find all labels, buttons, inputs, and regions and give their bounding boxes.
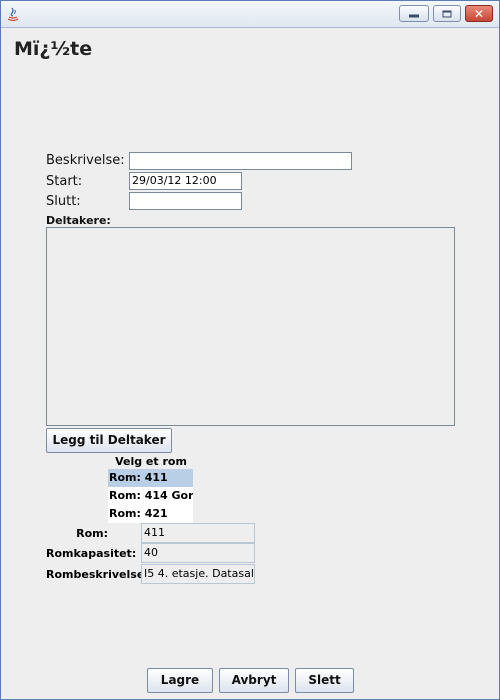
minimize-button[interactable] [399, 5, 429, 22]
room-list-item[interactable]: Rom: 421 [108, 505, 193, 523]
rombeskrivelse-value-field: I5 4. etasje. Datasal [141, 564, 255, 584]
page-title: Mï¿½te [14, 38, 93, 60]
add-participant-button[interactable]: Legg til Deltaker [46, 428, 172, 453]
room-list-item[interactable]: Rom: 414 Gorg [108, 487, 193, 505]
java-app-icon [7, 7, 19, 22]
cancel-button[interactable]: Avbryt [219, 668, 289, 693]
app-window: ✕ Mï¿½te Beskrivelse: Start: 29/03/12 12… [0, 0, 500, 700]
maximize-icon [442, 10, 452, 17]
participants-list[interactable] [46, 227, 455, 426]
maximize-button[interactable] [433, 5, 461, 22]
room-list-item[interactable]: Rom: 411 [108, 469, 193, 487]
delete-button[interactable]: Slett [295, 668, 354, 693]
deltakere-label: Deltakere: [46, 214, 111, 227]
room-list-title: Velg et rom [115, 455, 187, 468]
minimize-icon [409, 14, 419, 17]
beskrivelse-label: Beskrivelse: [46, 153, 125, 168]
start-label: Start: [46, 174, 83, 189]
close-icon: ✕ [473, 6, 485, 21]
title-bar[interactable]: ✕ [1, 1, 499, 28]
save-button[interactable]: Lagre [147, 668, 213, 693]
start-input[interactable]: 29/03/12 12:00 [129, 172, 242, 190]
slutt-input[interactable] [129, 192, 242, 210]
romkapasitet-label: Romkapasitet: [46, 547, 137, 560]
slutt-label: Slutt: [46, 194, 81, 209]
close-button[interactable]: ✕ [465, 5, 493, 22]
rom-label: Rom: [76, 527, 108, 540]
beskrivelse-input[interactable] [129, 152, 352, 170]
rom-value-field: 411 [141, 523, 255, 543]
rombeskrivelse-label: Rombeskrivelse: [46, 568, 149, 581]
romkapasitet-value-field: 40 [141, 543, 255, 563]
